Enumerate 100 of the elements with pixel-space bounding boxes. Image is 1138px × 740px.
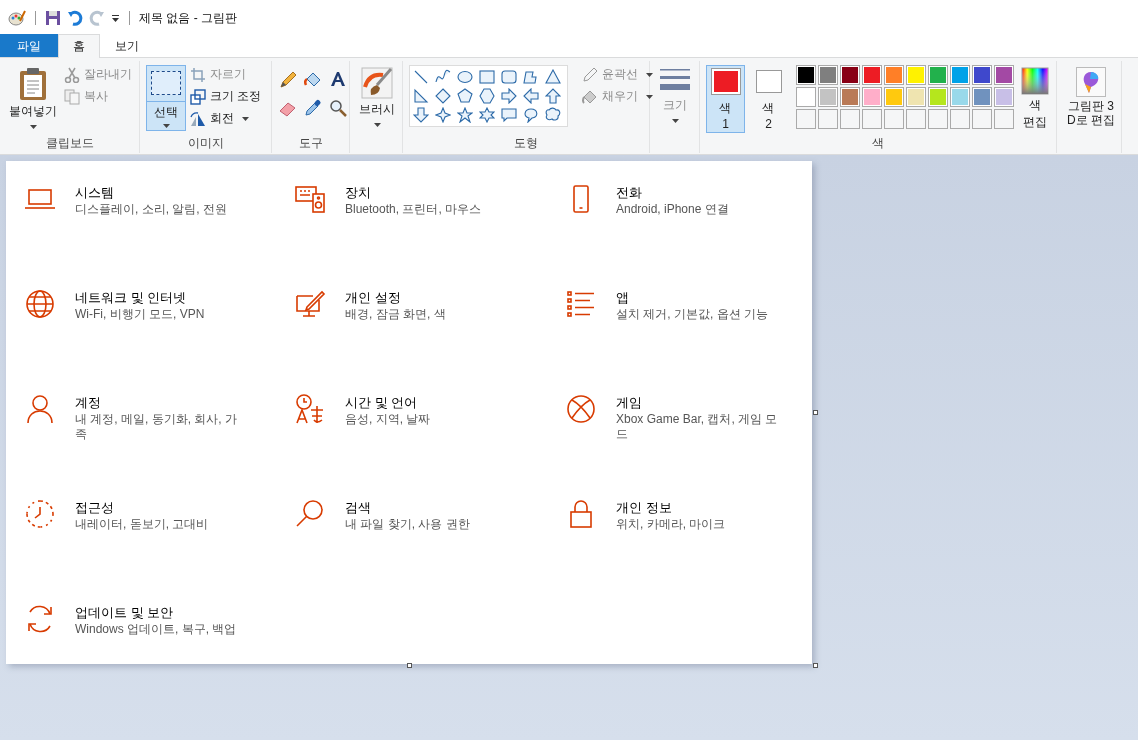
shape-tool-icon[interactable] — [545, 88, 561, 104]
color-swatch[interactable] — [972, 87, 992, 107]
color-swatch[interactable] — [818, 87, 838, 107]
globe-icon[interactable] — [24, 288, 56, 320]
cut-icon — [64, 66, 80, 83]
ribbon-tab[interactable]: 파일 — [0, 34, 58, 57]
settings-title[interactable]: 게임 — [616, 394, 784, 412]
shape-tool-icon[interactable] — [479, 69, 495, 85]
shape-tool-icon[interactable] — [457, 107, 473, 123]
shape-tool-icon[interactable] — [413, 69, 429, 85]
color-swatch[interactable] — [884, 87, 904, 107]
xbox-icon[interactable] — [565, 393, 597, 425]
resize-handle[interactable] — [813, 410, 818, 415]
color-swatch[interactable] — [994, 87, 1014, 107]
empty-swatch[interactable] — [928, 109, 948, 129]
ribbon-tab[interactable]: 홈 — [58, 34, 100, 58]
settings-title[interactable]: 검색 — [345, 499, 513, 517]
caret-icon — [242, 116, 249, 121]
empty-swatch[interactable] — [884, 109, 904, 129]
color-swatch[interactable] — [972, 65, 992, 85]
settings-title[interactable]: 접근성 — [75, 499, 243, 517]
settings-title[interactable]: 시스템 — [75, 184, 243, 202]
settings-title[interactable]: 장치 — [345, 184, 513, 202]
magnifier-icon[interactable] — [328, 99, 348, 117]
personalization-icon[interactable] — [294, 288, 326, 320]
empty-swatch[interactable] — [840, 109, 860, 129]
shape-tool-icon[interactable] — [457, 69, 473, 85]
color-selector[interactable]: 색 2 — [749, 65, 788, 133]
palette-icon[interactable] — [8, 9, 26, 27]
empty-swatch[interactable] — [906, 109, 926, 129]
shape-tool-icon[interactable] — [413, 88, 429, 104]
shape-tool-icon[interactable] — [435, 88, 451, 104]
shape-tool-icon[interactable] — [545, 107, 561, 123]
rotate-button[interactable]: 회전 — [190, 109, 262, 128]
select-button[interactable]: 선택 — [146, 65, 186, 131]
settings-title[interactable]: 네트워크 및 인터넷 — [75, 289, 243, 307]
settings-title[interactable]: 앱 — [616, 289, 784, 307]
dropdown-icon[interactable] — [111, 13, 120, 23]
empty-swatch[interactable] — [862, 109, 882, 129]
color-swatch[interactable] — [862, 65, 882, 85]
pencil-icon[interactable] — [278, 71, 298, 89]
color-swatch[interactable] — [818, 65, 838, 85]
shape-tool-icon[interactable] — [523, 69, 539, 85]
empty-swatch[interactable] — [950, 109, 970, 129]
accessibility-icon[interactable] — [24, 498, 56, 530]
color-swatch[interactable] — [862, 87, 882, 107]
resize-handle[interactable] — [407, 663, 412, 668]
shape-tool-icon[interactable] — [545, 69, 561, 85]
settings-title[interactable]: 개인 정보 — [616, 499, 784, 517]
color-swatch[interactable] — [884, 65, 904, 85]
color-swatch[interactable] — [796, 65, 816, 85]
shape-tool-icon[interactable] — [501, 88, 517, 104]
shape-tool-icon[interactable] — [501, 69, 517, 85]
empty-swatch[interactable] — [818, 109, 838, 129]
color-swatch[interactable] — [994, 65, 1014, 85]
paint-bucket-icon[interactable] — [303, 71, 323, 89]
ribbon-tab[interactable]: 보기 — [100, 34, 154, 57]
undo-icon[interactable] — [67, 10, 83, 26]
devices-icon[interactable] — [294, 183, 326, 215]
settings-title[interactable]: 업데이트 및 보안 — [75, 604, 243, 622]
brushes-button[interactable]: 브러시 — [356, 65, 398, 129]
settings-description: 배경, 잠금 화면, 색 — [345, 307, 447, 322]
clock-language-icon[interactable] — [294, 393, 326, 425]
color-swatch[interactable] — [840, 87, 860, 107]
edit-colors-button[interactable]: 색 편집 — [1018, 65, 1052, 133]
color-swatch[interactable] — [906, 65, 926, 85]
shape-tool-icon[interactable] — [435, 107, 451, 123]
shape-tool-icon[interactable] — [501, 107, 517, 123]
color-swatch[interactable] — [840, 65, 860, 85]
apps-list-icon[interactable] — [565, 288, 597, 320]
group-label: 색 — [871, 135, 885, 152]
person-icon[interactable] — [24, 393, 56, 425]
settings-title[interactable]: 시간 및 언어 — [345, 394, 513, 412]
save-icon[interactable] — [45, 10, 61, 26]
color-swatch[interactable] — [950, 87, 970, 107]
shape-tool-icon[interactable] — [479, 107, 495, 123]
settings-title[interactable]: 계정 — [75, 394, 243, 412]
settings-title[interactable]: 개인 설정 — [345, 289, 513, 307]
color-swatch[interactable] — [928, 87, 948, 107]
shape-tool-icon[interactable] — [435, 69, 451, 85]
empty-swatch[interactable] — [972, 109, 992, 129]
color-swatch[interactable] — [906, 87, 926, 107]
resize-handle[interactable] — [813, 663, 818, 668]
resize-button[interactable]: 크기 조정 — [190, 87, 262, 106]
shape-tool-icon[interactable] — [523, 88, 539, 104]
empty-swatch[interactable] — [994, 109, 1014, 129]
shape-tool-icon[interactable] — [457, 88, 473, 104]
settings-title[interactable]: 전화 — [616, 184, 784, 202]
color-swatch[interactable] — [950, 65, 970, 85]
paste-button[interactable]: 붙여넣기 — [6, 65, 60, 131]
color-swatch[interactable] — [796, 87, 816, 107]
color-selector[interactable]: 색 1 — [706, 65, 745, 133]
paint-3d-button[interactable]: 그림판 3D로 편집 — [1063, 65, 1119, 129]
empty-swatch[interactable] — [796, 109, 816, 129]
color-swatch[interactable] — [928, 65, 948, 85]
shape-tool-icon[interactable] — [413, 107, 429, 123]
color-picker-icon[interactable] — [303, 99, 323, 117]
text-icon[interactable] — [328, 71, 348, 89]
shape-tool-icon[interactable] — [523, 107, 539, 123]
shape-tool-icon[interactable] — [479, 88, 495, 104]
